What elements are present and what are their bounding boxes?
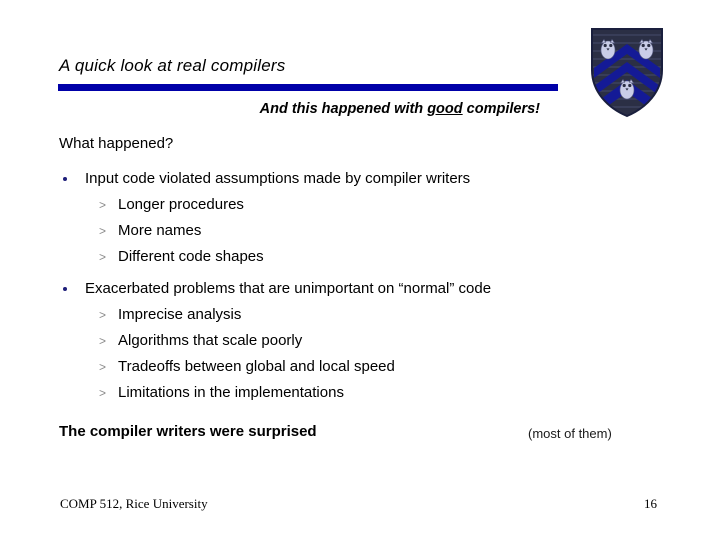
chevron-right-marker-icon: > [99, 334, 107, 348]
slide-title: A quick look at real compilers [59, 56, 286, 75]
sub-bullet-label: Tradeoffs between global and local speed [118, 358, 395, 375]
bullet-dot-icon [63, 287, 67, 291]
sub-bullet-item: > Longer procedures [0, 192, 700, 218]
sub-bullet-item: > Imprecise analysis [0, 302, 700, 328]
sub-bullet-item: > More names [0, 218, 700, 244]
shield-icon [591, 28, 663, 118]
closing-statement: The compiler writers were surprised [59, 423, 317, 440]
sub-bullet-label: Limitations in the implementations [118, 384, 344, 401]
slide-subtitle: And this happened with good compilers! [0, 101, 540, 117]
chevron-right-marker-icon: > [99, 224, 107, 238]
sub-bullet-label: Longer procedures [118, 196, 244, 213]
bullet-block: Input code violated assumptions made by … [0, 166, 700, 270]
bullet-item: Exacerbated problems that are unimportan… [0, 276, 700, 302]
chevron-right-marker-icon: > [99, 360, 107, 374]
closing-aside-note: (most of them) [528, 426, 612, 441]
sub-bullet-label: More names [118, 222, 202, 239]
owl-icon [600, 38, 616, 60]
chevron-right-marker-icon: > [99, 198, 107, 212]
chevron-right-marker-icon: > [99, 308, 107, 322]
chevron-right-marker-icon: > [99, 386, 107, 400]
sub-bullet-item: > Different code shapes [0, 244, 700, 270]
sub-bullet-item: > Limitations in the implementations [0, 380, 700, 406]
footer-course-label: COMP 512, Rice University [60, 496, 208, 511]
bullet-label: Exacerbated problems that are unimportan… [85, 280, 492, 297]
owl-icon [638, 38, 654, 60]
bullet-dot-icon [63, 177, 67, 181]
footer-page-number: 16 [644, 496, 657, 511]
subtitle-text-post: compilers! [462, 101, 540, 117]
chevron-right-marker-icon: > [99, 250, 107, 264]
owl-icon [619, 78, 635, 100]
bullet-item: Input code violated assumptions made by … [0, 166, 700, 192]
sub-bullet-label: Algorithms that scale poorly [118, 332, 303, 349]
sub-bullet-label: Different code shapes [118, 248, 264, 265]
bullet-label: Input code violated assumptions made by … [85, 170, 471, 187]
title-underline-rule [58, 84, 558, 91]
lead-in-question: What happened? [59, 135, 174, 152]
sub-bullet-item: > Algorithms that scale poorly [0, 328, 700, 354]
sub-bullet-item: > Tradeoffs between global and local spe… [0, 354, 700, 380]
subtitle-text-pre: And this happened with [259, 101, 428, 117]
bullet-block: Exacerbated problems that are unimportan… [0, 276, 700, 406]
sub-bullet-label: Imprecise analysis [118, 306, 242, 323]
rice-university-shield-logo [588, 26, 666, 118]
subtitle-emphasis: good [427, 101, 463, 117]
